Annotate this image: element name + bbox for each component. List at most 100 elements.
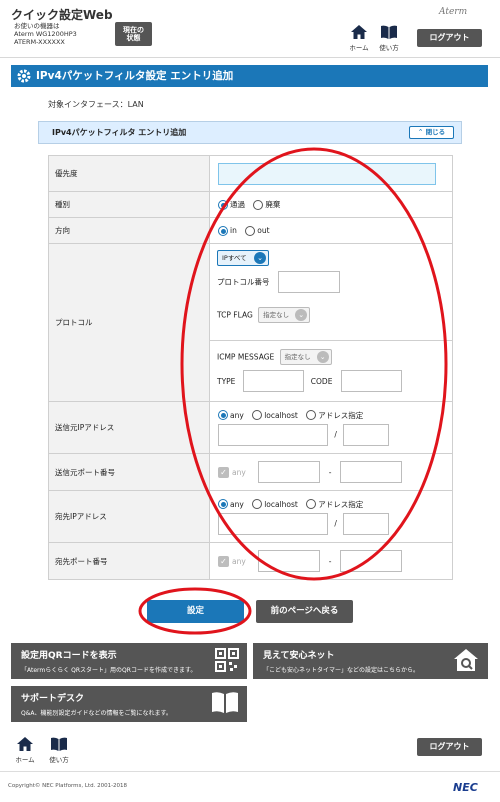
device-model: Aterm WG1200HP3 bbox=[14, 30, 77, 38]
home-button[interactable]: ホーム bbox=[347, 25, 371, 52]
device-name: ATERM-XXXXXX bbox=[14, 38, 65, 46]
dst-ip-slash: / bbox=[334, 519, 337, 528]
type-pass-radio[interactable] bbox=[218, 199, 228, 210]
back-button[interactable]: 前のページへ戻る bbox=[256, 600, 353, 623]
src-ip-input[interactable] bbox=[218, 423, 328, 446]
nec-logo: NEC bbox=[453, 781, 478, 794]
dst-localhost-radio[interactable] bbox=[252, 499, 263, 509]
priority-label: 優先度 bbox=[48, 155, 210, 192]
protocol-label: プロトコル bbox=[48, 243, 210, 402]
section-header: IPv4パケットフィルタ エントリ追加 ⌃ 閉じる bbox=[38, 121, 462, 144]
src-ip-inputs: / bbox=[218, 423, 452, 446]
icmp-select-value: 指定なし bbox=[284, 353, 311, 361]
book-icon bbox=[51, 737, 67, 751]
footer-help-button[interactable]: 使い方 bbox=[47, 737, 71, 764]
src-any-radio[interactable] bbox=[218, 410, 228, 420]
protocol-select-value: IPすべて bbox=[222, 254, 247, 262]
dst-specify-radio[interactable] bbox=[306, 499, 317, 509]
footer-home-label: ホーム bbox=[15, 756, 35, 764]
dst-port-from-input[interactable] bbox=[258, 550, 321, 572]
dst-port-any-checkbox[interactable]: ✓ bbox=[218, 555, 229, 567]
src-ip-row: 送信元IPアドレス any localhost アドレス指定 / bbox=[48, 401, 453, 454]
current-status-button[interactable]: 現在の 状態 bbox=[115, 22, 152, 46]
tcp-flag-select[interactable]: 指定なし ⌄ bbox=[258, 307, 311, 323]
icmp-subsection: ICMP MESSAGE 指定なし ⌄ TYPE CODE bbox=[210, 341, 452, 401]
tcp-flag-row: TCP FLAG 指定なし ⌄ bbox=[217, 307, 452, 323]
icmp-code-input[interactable] bbox=[341, 370, 403, 392]
mieru-net-tile[interactable]: 見えて安心ネット 「こども安心ネットタイマー」などの設定はこちらから。 bbox=[253, 643, 488, 679]
book-icon bbox=[212, 692, 238, 713]
src-any-label: any bbox=[230, 410, 244, 420]
support-tile-desc: Q&A、機能別設定ガイドなどの情報をご覧になれます。 bbox=[21, 710, 172, 717]
src-specify-radio[interactable] bbox=[306, 410, 317, 420]
protocol-select[interactable]: IPすべて ⌄ bbox=[217, 250, 269, 266]
collapse-label: 閉じる bbox=[425, 128, 446, 136]
tcp-flag-label: TCP FLAG bbox=[217, 310, 253, 320]
direction-in-label: in bbox=[230, 226, 237, 235]
src-port-any-checkbox[interactable]: ✓ bbox=[218, 466, 229, 478]
logout-button[interactable]: ログアウト bbox=[417, 29, 482, 47]
direction-in-radio[interactable] bbox=[218, 225, 228, 236]
dst-ip-input[interactable] bbox=[218, 512, 328, 535]
protocol-number-row: プロトコル番号 bbox=[217, 271, 452, 293]
src-port-row: 送信元ポート番号 ✓ any - bbox=[48, 453, 453, 491]
direction-cell: in out bbox=[209, 217, 453, 244]
direction-out-radio[interactable] bbox=[245, 225, 256, 236]
type-discard-label: 廃棄 bbox=[265, 200, 281, 209]
icmp-type-input[interactable] bbox=[243, 370, 305, 392]
protocol-number-input[interactable] bbox=[277, 271, 340, 293]
dst-ip-inputs: / bbox=[218, 512, 452, 535]
collapse-button[interactable]: ⌃ 閉じる bbox=[409, 126, 454, 139]
support-desk-tile[interactable]: サポートデスク Q&A、機能別設定ガイドなどの情報をご覧になれます。 bbox=[11, 686, 247, 722]
protocol-subsection: IPすべて ⌄ プロトコル番号 TCP FLAG 指定なし ⌄ bbox=[210, 244, 452, 341]
home-label: ホーム bbox=[349, 44, 369, 52]
direction-label: 方向 bbox=[48, 217, 210, 244]
interface-text: 対象インタフェース：LAN bbox=[48, 100, 144, 109]
book-icon bbox=[381, 25, 397, 39]
qr-code-tile[interactable]: 設定用QRコードを表示 「Atermらくらく QRスタート」用のQRコードを作成… bbox=[11, 643, 247, 679]
chevron-down-icon: ⌄ bbox=[254, 252, 266, 264]
dst-port-row: 宛先ポート番号 ✓ any - bbox=[48, 542, 453, 580]
help-button[interactable]: 使い方 bbox=[377, 25, 401, 52]
dst-ip-radio-group: any localhost アドレス指定 bbox=[218, 499, 452, 510]
header: クイック設定Web お使いの機器は Aterm WG1200HP3 ATERM-… bbox=[0, 0, 500, 58]
gear-icon bbox=[17, 69, 31, 83]
dst-ip-row: 宛先IPアドレス any localhost アドレス指定 / bbox=[48, 490, 453, 543]
src-port-to-input[interactable] bbox=[339, 461, 402, 483]
priority-row: 優先度 bbox=[48, 155, 453, 192]
dst-any-radio[interactable] bbox=[218, 499, 228, 509]
src-specify-label: アドレス指定 bbox=[318, 410, 364, 420]
device-info-line: お使いの機器は bbox=[14, 22, 60, 30]
src-ip-slash: / bbox=[334, 430, 337, 439]
footer-home-button[interactable]: ホーム bbox=[13, 737, 37, 764]
house-search-icon bbox=[454, 649, 478, 671]
src-ip-label: 送信元IPアドレス bbox=[48, 401, 210, 454]
src-localhost-radio[interactable] bbox=[252, 410, 263, 420]
submit-button[interactable]: 設定 bbox=[147, 600, 244, 623]
qr-tile-desc: 「Atermらくらく QRスタート」用のQRコードを作成できます。 bbox=[21, 667, 197, 674]
src-port-label: 送信元ポート番号 bbox=[48, 453, 210, 491]
copyright: Copyright© NEC Platforms, Ltd. 2001-2018 bbox=[8, 783, 128, 789]
dst-localhost-label: localhost bbox=[264, 499, 298, 509]
src-port-dash: - bbox=[328, 467, 332, 477]
icmp-code-label: CODE bbox=[310, 376, 333, 386]
src-port-from-input[interactable] bbox=[258, 461, 321, 483]
priority-input[interactable] bbox=[218, 162, 436, 185]
footer-logout-button[interactable]: ログアウト bbox=[417, 738, 482, 756]
dst-ip-mask-input[interactable] bbox=[343, 512, 390, 535]
dst-ip-cell: any localhost アドレス指定 / bbox=[209, 490, 453, 543]
type-pass-label: 通過 bbox=[230, 200, 245, 209]
dst-port-to-input[interactable] bbox=[339, 550, 402, 572]
footer-help-label: 使い方 bbox=[49, 756, 69, 764]
dst-port-cell: ✓ any - bbox=[209, 542, 453, 580]
protocol-cell: IPすべて ⌄ プロトコル番号 TCP FLAG 指定なし ⌄ ICMP MES… bbox=[209, 243, 453, 402]
entry-form-table: 優先度 種別 通過 廃棄 方向 in out プロトコル IPすべて ⌄ プロト bbox=[48, 155, 453, 580]
src-ip-cell: any localhost アドレス指定 / bbox=[209, 401, 453, 454]
page-title: IPv4パケットフィルタ設定 エントリ追加 bbox=[36, 70, 234, 82]
help-label: 使い方 bbox=[379, 44, 399, 52]
icmp-select[interactable]: 指定なし ⌄ bbox=[279, 349, 332, 365]
qr-tile-title: 設定用QRコードを表示 bbox=[21, 651, 117, 661]
tcp-flag-select-value: 指定なし bbox=[263, 311, 290, 319]
type-discard-radio[interactable] bbox=[253, 199, 264, 210]
src-ip-mask-input[interactable] bbox=[343, 423, 390, 446]
